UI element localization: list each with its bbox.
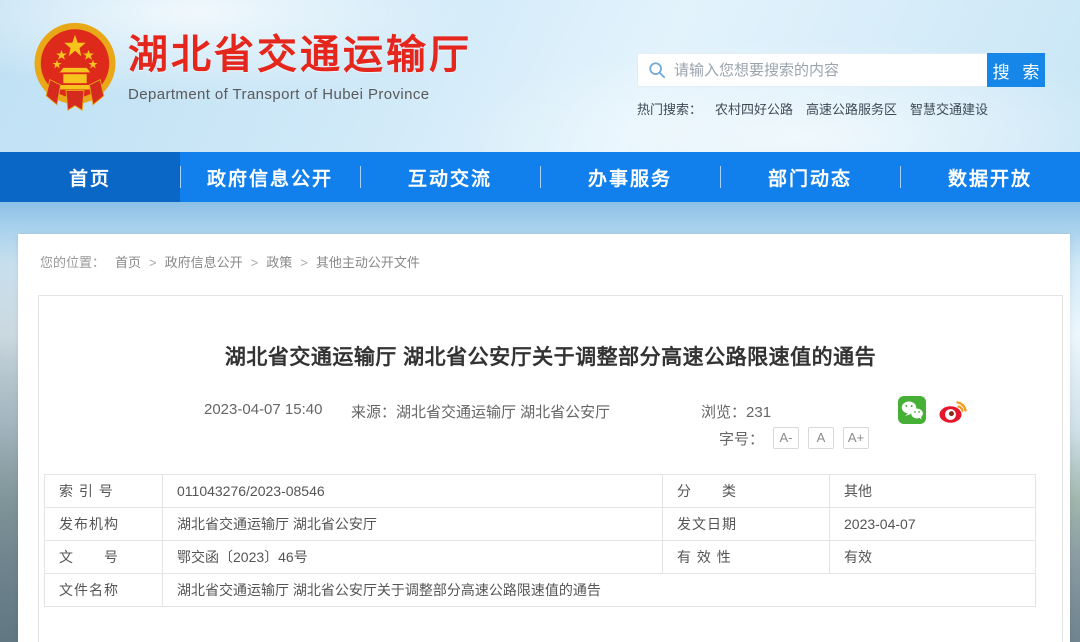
- field-label-issuing-agency: 发布机构: [44, 507, 163, 541]
- field-value-issuing-agency: 湖北省交通运输厅 湖北省公安厅: [162, 507, 663, 541]
- breadcrumb-separator: >: [149, 255, 157, 270]
- field-label-issue-date: 发文日期: [662, 507, 830, 541]
- field-label-doc-number: 文 号: [44, 540, 163, 574]
- font-size-label: 字号：: [719, 430, 765, 448]
- search-area: 搜 索 热门搜索： 农村四好公路高速公路服务区智慧交通建设: [637, 53, 1047, 118]
- site-subtitle: Department of Transport of Hubei Provinc…: [128, 86, 430, 103]
- wechat-share-icon[interactable]: [897, 395, 927, 425]
- nav-item-gov-info[interactable]: 政府信息公开: [180, 152, 360, 202]
- field-value-index-no: 011043276/2023-08546: [162, 474, 663, 508]
- breadcrumb: 您的位置： 首页 > 政府信息公开 > 政策 > 其他主动公开文件: [18, 234, 1070, 271]
- hot-search-bar: 热门搜索： 农村四好公路 高速公路服务区 智慧交通建设: [637, 99, 1047, 118]
- breadcrumb-item-other-docs[interactable]: 其他主动公开文件: [316, 255, 420, 270]
- site-header: 湖北省交通运输厅 Department of Transport of Hube…: [0, 0, 1080, 152]
- field-value-validity: 有效: [829, 540, 1036, 574]
- hot-search-label: 热门搜索：: [637, 102, 703, 117]
- table-row: 文 号 鄂交函〔2023〕46号 有 效 性 有效: [44, 540, 1036, 574]
- breadcrumb-item-gov-info[interactable]: 政府信息公开: [165, 255, 243, 270]
- field-label-index-no: 索 引 号: [44, 474, 163, 508]
- article-source: 来源：湖北省交通运输厅 湖北省公安厅: [351, 401, 610, 422]
- search-input[interactable]: [674, 55, 987, 85]
- nav-item-interaction[interactable]: 互动交流: [360, 152, 540, 202]
- site-title: 湖北省交通运输厅: [128, 33, 472, 77]
- hot-search-link[interactable]: 高速公路服务区: [806, 102, 897, 117]
- field-value-category: 其他: [829, 474, 1036, 508]
- page-background-photo: 您的位置： 首页 > 政府信息公开 > 政策 > 其他主动公开文件 湖北省交通运输厅 湖北省公…: [0, 202, 1080, 642]
- font-size-decrease-button[interactable]: A-: [773, 427, 800, 449]
- hot-search-link[interactable]: 农村四好公路: [715, 102, 793, 117]
- search-icon: [649, 62, 666, 79]
- breadcrumb-item-policy[interactable]: 政策: [266, 255, 292, 270]
- breadcrumb-separator: >: [300, 255, 308, 270]
- nav-item-home[interactable]: 首页: [0, 152, 180, 202]
- article-panel: 湖北省交通运输厅 湖北省公安厅关于调整部分高速公路限速值的通告 2023-04-…: [38, 295, 1063, 642]
- field-value-doc-name: 湖北省交通运输厅 湖北省公安厅关于调整部分高速公路限速值的通告: [162, 573, 1036, 607]
- views-label: 浏览：: [701, 404, 747, 421]
- font-size-normal-button[interactable]: A: [808, 427, 835, 449]
- article-meta: 2023-04-07 15:40 来源：湖北省交通运输厅 湖北省公安厅 浏览：2…: [39, 371, 1062, 474]
- content-card: 您的位置： 首页 > 政府信息公开 > 政策 > 其他主动公开文件 湖北省交通运输厅 湖北省公…: [18, 234, 1070, 642]
- breadcrumb-item-home[interactable]: 首页: [115, 255, 141, 270]
- field-label-doc-name: 文件名称: [44, 573, 163, 607]
- field-label-validity: 有 效 性: [662, 540, 830, 574]
- font-size-increase-button[interactable]: A+: [843, 427, 870, 449]
- source-label: 来源：: [351, 404, 397, 421]
- search-box: [637, 53, 987, 87]
- nav-item-open-data[interactable]: 数据开放: [900, 152, 1080, 202]
- weibo-share-icon[interactable]: [938, 395, 968, 425]
- table-row: 文件名称 湖北省交通运输厅 湖北省公安厅关于调整部分高速公路限速值的通告: [44, 573, 1036, 607]
- hot-search-link[interactable]: 智慧交通建设: [910, 102, 988, 117]
- views-value: 231: [746, 404, 772, 421]
- national-emblem-icon: [34, 22, 116, 111]
- main-nav: 首页 政府信息公开 互动交流 办事服务 部门动态 数据开放: [0, 152, 1080, 202]
- search-button[interactable]: 搜 索: [987, 53, 1045, 87]
- nav-item-department-news[interactable]: 部门动态: [720, 152, 900, 202]
- breadcrumb-separator: >: [250, 255, 259, 270]
- breadcrumb-label: 您的位置：: [40, 255, 106, 270]
- field-label-category: 分 类: [662, 474, 830, 508]
- article-title: 湖北省交通运输厅 湖北省公安厅关于调整部分高速公路限速值的通告: [224, 346, 877, 369]
- table-row: 索 引 号 011043276/2023-08546 分 类 其他: [44, 474, 1036, 508]
- field-value-doc-number: 鄂交函〔2023〕46号: [162, 540, 663, 574]
- field-value-issue-date: 2023-04-07: [829, 507, 1036, 541]
- document-info-table: 索 引 号 011043276/2023-08546 分 类 其他 发布机构 湖…: [44, 474, 1036, 607]
- table-row: 发布机构 湖北省交通运输厅 湖北省公安厅 发文日期 2023-04-07: [44, 507, 1036, 541]
- publish-time: 2023-04-07 15:40: [204, 401, 323, 418]
- font-size-control: 字号： A- A A+: [719, 427, 870, 449]
- national-emblem-logo: [30, 20, 120, 114]
- share-buttons: [897, 395, 979, 425]
- nav-item-services[interactable]: 办事服务: [540, 152, 720, 202]
- source-value: 湖北省交通运输厅 湖北省公安厅: [396, 404, 611, 421]
- view-count: 浏览：231: [701, 401, 771, 422]
